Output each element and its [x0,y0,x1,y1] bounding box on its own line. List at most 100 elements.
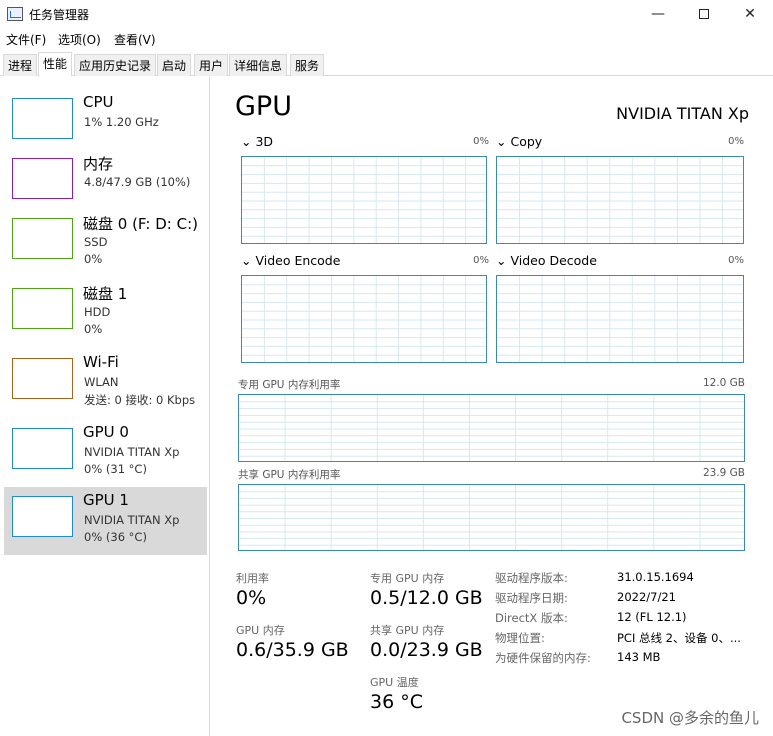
sidebar-item-detail: NVIDIA TITAN Xp [84,513,180,527]
shared-memory-stat-label: 共享 GPU 内存 [370,624,445,637]
sidebar-item-detail: 0% (36 °C) [84,530,147,544]
menu-file[interactable]: 文件(F) [6,31,46,48]
driver-date-value: 2022/7/21 [617,590,676,604]
tab-app-history[interactable]: 应用历史记录 [74,54,157,76]
reserved-memory-label: 为硬件保留的内存: [495,651,591,665]
utilization-label: 利用率 [236,572,269,585]
tab-processes[interactable]: 进程 [3,54,38,76]
minimize-button[interactable]: — [635,0,681,28]
chevron-down-icon: ⌄ [496,253,507,268]
sidebar-item-detail: WLAN [84,375,119,389]
sidebar-item-title: GPU 1 [83,491,129,509]
sidebar-item-detail: 发送: 0 接收: 0 Kbps [84,393,196,407]
sidebar-item-detail: 4.8/47.9 GB (10%) [84,175,191,189]
physical-location-value: PCI 总线 2、设备 0、... [617,631,741,645]
tab-performance[interactable]: 性能 [38,52,73,77]
shared-memory-label: 共享 GPU 内存利用率 [238,469,341,481]
engine-pct: 0% [473,255,489,266]
engine-label: 3D [255,134,274,149]
shared-memory-max: 23.9 GB [702,467,745,479]
sidebar-item-title: 磁盘 1 [83,285,128,303]
window-title: 任务管理器 [29,8,90,22]
title-bar: 任务管理器 — ✕ [0,0,773,28]
engine-label: Copy [510,134,543,149]
engine-pct: 0% [728,136,744,147]
sidebar-item-wifi[interactable]: Wi-Fi WLAN 发送: 0 接收: 0 Kbps [4,349,207,417]
disk1-thumbnail [12,288,73,329]
dedicated-memory-label: 专用 GPU 内存利用率 [238,379,341,391]
task-manager-icon [7,7,23,21]
menu-options[interactable]: 选项(O) [58,31,101,48]
dedicated-memory-max: 12.0 GB [702,377,745,389]
physical-location-label: 物理位置: [495,631,545,645]
tab-bar: 进程 性能 应用历史记录 启动 用户 详细信息 服务 [0,52,773,77]
directx-version-value: 12 (FL 12.1) [617,610,687,624]
sidebar-item-detail: 0% [84,252,103,266]
engine-copy-graph [496,156,744,244]
engine-label: Video Encode [255,253,341,268]
driver-version-value: 31.0.15.1694 [617,570,694,584]
utilization-value: 0% [236,587,267,609]
engine-label: Video Decode [510,253,597,268]
chevron-down-icon: ⌄ [496,134,507,149]
sidebar-item-title: 磁盘 0 (F: D: C:) [83,215,198,233]
driver-version-label: 驱动程序版本: [495,571,568,585]
reserved-memory-value: 143 MB [617,650,661,664]
engine-pct: 0% [473,136,489,147]
gpu-memory-label: GPU 内存 [236,624,285,637]
maximize-icon [699,9,709,19]
sidebar-item-detail: SSD [84,235,108,249]
gpu-temperature-label: GPU 温度 [370,676,419,689]
menu-view[interactable]: 查看(V) [114,31,156,48]
close-button[interactable]: ✕ [727,0,773,28]
engine-3d-graph [241,156,487,244]
gpu1-thumbnail [12,496,73,537]
tab-users[interactable]: 用户 [194,54,229,76]
engine-video-encode-selector[interactable]: ⌄ Video Encode [241,253,340,268]
engine-video-encode-graph [241,275,487,363]
sidebar-item-memory[interactable]: 内存 4.8/47.9 GB (10%) [4,149,207,217]
watermark: CSDN @多余的鱼儿 [621,709,759,727]
tab-details[interactable]: 详细信息 [229,54,288,76]
sidebar-item-title: CPU [83,93,114,111]
gpu-memory-value: 0.6/35.9 GB [236,639,349,661]
engine-video-decode-selector[interactable]: ⌄ Video Decode [496,253,597,268]
sidebar-item-gpu0[interactable]: GPU 0 NVIDIA TITAN Xp 0% (31 °C) [4,419,207,487]
directx-version-label: DirectX 版本: [495,611,568,625]
tab-startup[interactable]: 启动 [157,54,192,76]
tab-services[interactable]: 服务 [290,54,325,76]
dedicated-memory-stat-label: 专用 GPU 内存 [370,572,445,585]
gpu-temperature-value: 36 °C [370,691,423,713]
chevron-down-icon: ⌄ [241,253,252,268]
dedicated-memory-graph [238,394,745,462]
sidebar-item-gpu1[interactable]: GPU 1 NVIDIA TITAN Xp 0% (36 °C) [4,487,207,555]
engine-3d-selector[interactable]: ⌄ 3D [241,134,273,149]
sidebar-item-title: 内存 [83,155,114,173]
driver-date-label: 驱动程序日期: [495,591,568,605]
disk0-thumbnail [12,218,73,259]
engine-video-decode-graph [496,275,744,363]
engine-pct: 0% [728,255,744,266]
memory-thumbnail [12,158,73,199]
sidebar-item-detail: 0% (31 °C) [84,462,147,476]
dedicated-memory-stat-value: 0.5/12.0 GB [370,587,483,609]
sidebar-item-cpu[interactable]: CPU 1% 1.20 GHz [4,89,207,157]
engine-copy-selector[interactable]: ⌄ Copy [496,134,542,149]
sidebar-item-detail: 1% 1.20 GHz [84,115,159,129]
sidebar-item-title: Wi-Fi [83,353,119,371]
wifi-thumbnail [12,358,73,399]
shared-memory-graph [238,484,745,551]
sidebar-item-detail: HDD [84,305,111,319]
resource-sidebar: CPU 1% 1.20 GHz 内存 4.8/47.9 GB (10%) 磁盘 … [0,77,210,736]
sidebar-item-disk0[interactable]: 磁盘 0 (F: D: C:) SSD 0% [4,209,207,277]
gpu-detail-panel: GPU NVIDIA TITAN Xp ⌄ 3D 0% ⌄ Copy 0% ⌄ … [211,77,773,736]
gpu-model-name: NVIDIA TITAN Xp [616,104,749,123]
cpu-thumbnail [12,98,73,139]
chevron-down-icon: ⌄ [241,134,252,149]
maximize-button[interactable] [681,0,727,28]
sidebar-item-disk1[interactable]: 磁盘 1 HDD 0% [4,279,207,347]
sidebar-item-detail: NVIDIA TITAN Xp [84,445,180,459]
shared-memory-stat-value: 0.0/23.9 GB [370,639,483,661]
sidebar-item-title: GPU 0 [83,423,129,441]
page-title: GPU [235,91,292,122]
